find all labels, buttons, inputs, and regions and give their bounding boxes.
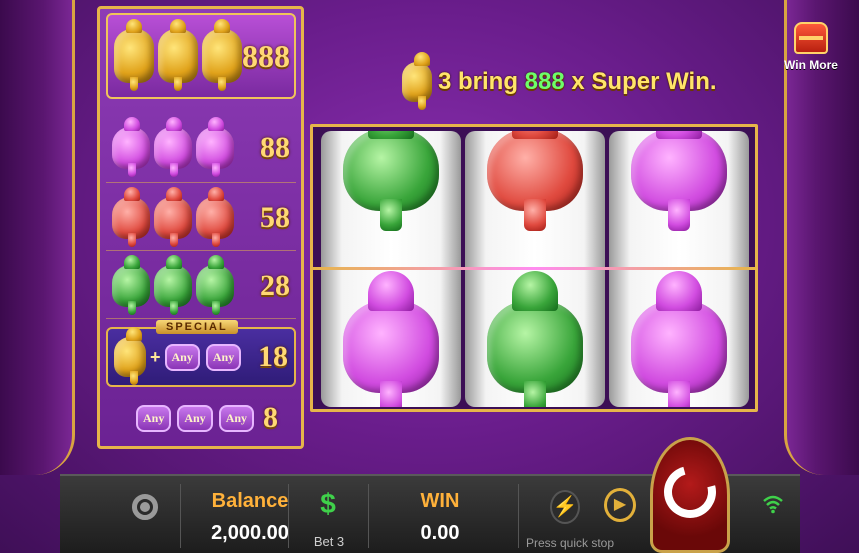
reel-cell — [337, 271, 445, 407]
payout-value: 88 — [260, 130, 290, 164]
paytable-row-gold: 888 — [106, 13, 296, 99]
wifi-icon — [762, 494, 784, 518]
divider — [288, 484, 289, 548]
reel-cell — [481, 271, 589, 407]
payout-value: 18 — [258, 340, 288, 373]
special-tag: SPECIAL — [156, 320, 238, 334]
pink-ganesha-icon — [631, 271, 727, 407]
red-ganesha-icon — [196, 186, 234, 247]
gear-icon[interactable] — [132, 494, 158, 520]
reel-frame — [310, 124, 758, 412]
pink-ganesha-icon — [196, 116, 234, 177]
game-stage: 888 88 58 28 SPECIAL + Any Any 18 Any An… — [0, 0, 859, 553]
gold-ganesha-icon — [402, 52, 432, 110]
reel-cell — [625, 271, 733, 407]
divider — [518, 484, 519, 548]
green-ganesha-icon — [154, 254, 192, 315]
any-symbol-chip: Any — [218, 404, 255, 432]
green-ganesha-icon — [112, 254, 150, 315]
paytable-row-special: SPECIAL + Any Any 18 — [106, 320, 296, 387]
pink-ganesha-icon — [343, 271, 439, 407]
balance-value: 2,000.00 — [211, 522, 289, 544]
reel-cell — [481, 131, 589, 249]
any-symbol-chip: Any — [164, 343, 200, 371]
red-ganesha-icon — [487, 131, 583, 231]
gold-ganesha-icon — [114, 19, 154, 91]
paytable: 888 88 58 28 SPECIAL + Any Any 18 Any An… — [97, 6, 304, 449]
pink-ganesha-icon — [631, 131, 727, 231]
payline — [313, 267, 755, 270]
bet-label[interactable]: Bet 3 — [304, 534, 354, 549]
green-ganesha-icon — [343, 131, 439, 231]
pink-ganesha-icon — [112, 116, 150, 177]
payout-value: 58 — [260, 200, 290, 234]
pink-ganesha-icon — [154, 116, 192, 177]
reel-cell — [625, 131, 733, 249]
win-more-label: Win More — [784, 58, 838, 72]
balance-label: Balance — [211, 490, 289, 512]
red-ganesha-icon — [112, 186, 150, 247]
green-ganesha-icon — [196, 254, 234, 315]
banner-text: 3 bring 888 x Super Win. — [438, 68, 717, 95]
gold-ganesha-icon — [114, 327, 146, 385]
super-win-banner: 3 bring 888 x Super Win. — [402, 52, 717, 110]
gold-ganesha-icon — [158, 19, 198, 91]
divider — [368, 484, 369, 548]
bet-dollar-icon[interactable]: $ — [312, 488, 344, 522]
green-ganesha-icon — [487, 271, 583, 407]
payout-value: 28 — [260, 268, 290, 302]
any-symbol-chip: Any — [136, 404, 172, 432]
left-curtain — [0, 0, 75, 475]
any-symbol-chip: Any — [205, 343, 242, 371]
paytable-row-green: 28 — [106, 253, 296, 319]
spin-arrow-icon — [654, 456, 726, 528]
spin-button[interactable] — [650, 437, 730, 553]
quick-stop-label: Press quick stop — [525, 536, 615, 550]
red-ganesha-icon — [154, 186, 192, 247]
plus-sign: + — [150, 346, 161, 367]
any-symbol-chip: Any — [177, 404, 213, 432]
payout-value: 888 — [242, 37, 290, 74]
reel-cell — [337, 131, 445, 249]
win-more-button[interactable]: Win More — [782, 22, 840, 84]
paytable-row-pink: 88 — [106, 113, 296, 183]
win-label: WIN — [420, 490, 460, 512]
turbo-bolt-icon[interactable]: ⚡ — [550, 490, 580, 524]
win-value: 0.00 — [420, 522, 460, 544]
paytable-row-any: Any Any Any 8 — [106, 393, 296, 443]
treasure-chest-icon — [794, 22, 828, 54]
auto-spin-icon[interactable]: ▶ — [604, 488, 636, 522]
divider — [180, 484, 181, 548]
payout-value: 8 — [263, 401, 278, 434]
gold-ganesha-icon — [202, 19, 242, 91]
paytable-row-red: 58 — [106, 185, 296, 251]
